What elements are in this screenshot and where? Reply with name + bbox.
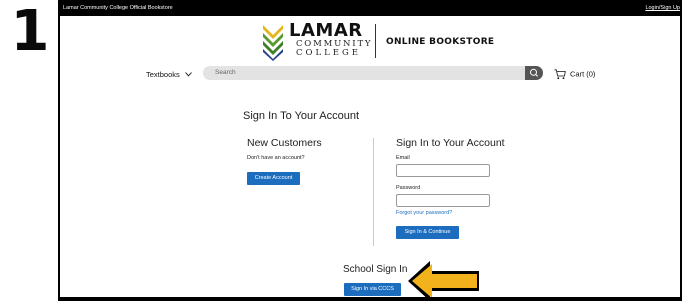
email-label: Email (396, 155, 410, 161)
cart-icon (554, 69, 566, 80)
search-icon (530, 68, 538, 77)
create-account-button[interactable]: Create Account (247, 172, 300, 185)
logo-sub-line2: COLLEGE (296, 48, 361, 58)
pointer-arrow-icon (408, 261, 479, 297)
store-tagline: Lamar Community College Official Booksto… (63, 5, 173, 11)
top-bar: Lamar Community College Official Booksto… (58, 0, 682, 16)
textbooks-label: Textbooks (146, 70, 180, 79)
logo-divider (375, 24, 376, 58)
cart-link[interactable]: Cart (0) (554, 69, 595, 80)
signin-cccs-button[interactable]: Sign In via CCCS (344, 283, 401, 296)
school-signin-title: School Sign In (343, 264, 408, 275)
signin-column-title: Sign In to Your Account (396, 137, 505, 149)
cart-label: Cart (0) (570, 69, 596, 79)
forgot-password-link[interactable]: Forgot your password? (396, 210, 452, 216)
search-input[interactable]: Search (203, 66, 543, 80)
chevron-down-icon (185, 72, 192, 77)
online-bookstore-label: ONLINE BOOKSTORE (386, 37, 495, 47)
logo-subtitle: COMMUNITY COLLEGE (296, 40, 372, 58)
college-logo-icon (263, 25, 283, 61)
browser-frame: Lamar Community College Official Booksto… (58, 0, 682, 301)
search-button[interactable] (525, 66, 543, 80)
no-account-prompt: Don't have an account? (247, 155, 305, 161)
page-title: Sign In To Your Account (243, 110, 359, 122)
password-label: Password (396, 185, 421, 191)
new-customers-title: New Customers (247, 137, 322, 149)
page-content: LAMAR COMMUNITY COLLEGE ONLINE BOOKSTORE… (60, 16, 680, 297)
textbooks-menu[interactable]: Textbooks (146, 70, 192, 79)
login-signup-link[interactable]: Login/Sign Up (645, 0, 680, 16)
signin-continue-button[interactable]: Sign In & Continue (396, 226, 459, 239)
column-divider (373, 138, 374, 246)
email-field[interactable] (396, 164, 490, 177)
logo-title: LAMAR (289, 20, 363, 41)
step-number: 1 (10, 0, 50, 64)
password-field[interactable] (396, 194, 490, 207)
